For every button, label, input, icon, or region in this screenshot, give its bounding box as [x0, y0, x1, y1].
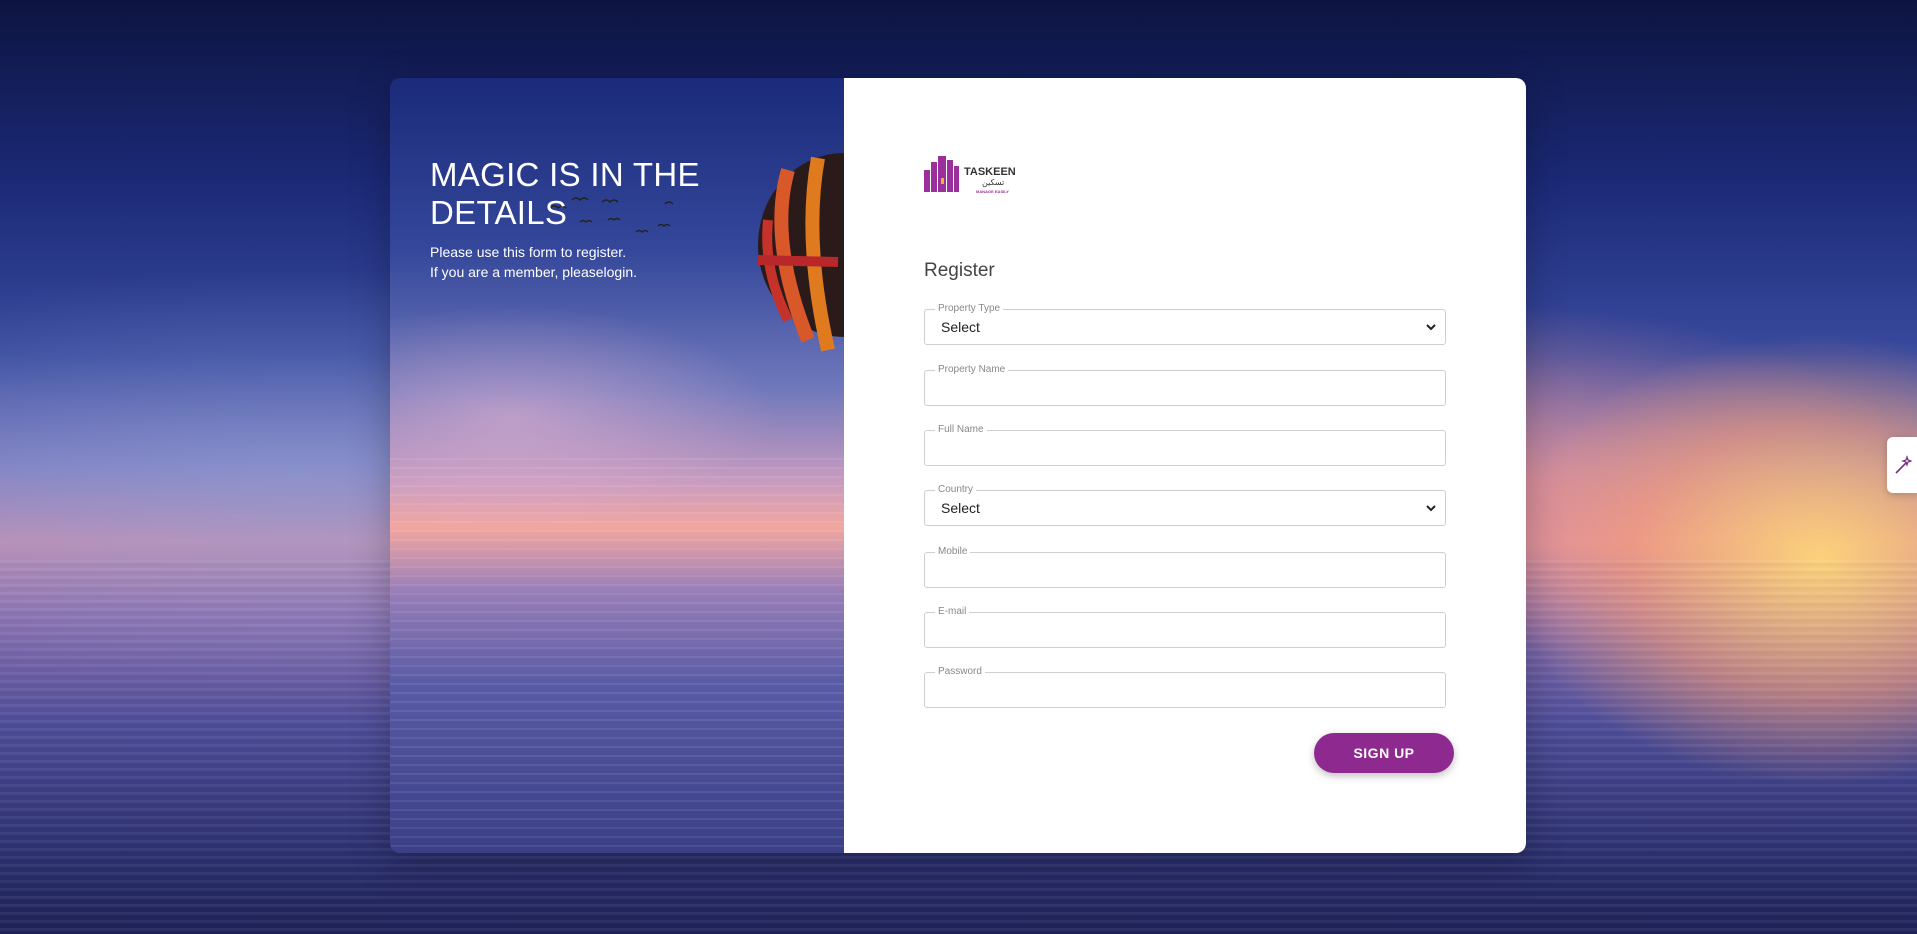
hero-panel: MAGIC IS IN THE DETAILS Please use this … — [390, 78, 844, 853]
hero-title: MAGIC IS IN THE DETAILS — [430, 156, 700, 231]
property-name-input[interactable]: Property Name — [924, 364, 1446, 406]
property-name-label: Property Name — [935, 364, 1009, 376]
logo-brand-text: TASKEEN — [964, 166, 1016, 178]
hero-subtitle-line2: If you are a member, pleaselogin. — [430, 264, 638, 280]
email-input[interactable]: E-mail — [924, 606, 1446, 648]
water-ripples — [390, 458, 844, 853]
property-type-label: Property Type — [935, 303, 1004, 315]
mobile-input[interactable]: Mobile — [924, 546, 1446, 588]
register-heading: Register — [924, 260, 995, 281]
email-label: E-mail — [935, 606, 970, 618]
sign-up-button[interactable]: SIGN UP — [1314, 733, 1454, 773]
register-card: MAGIC IS IN THE DETAILS Please use this … — [390, 78, 1526, 853]
logo-tagline: MANAGE EASILY — [976, 189, 1009, 194]
chevron-down-icon — [1426, 324, 1436, 331]
country-label: Country — [935, 484, 977, 496]
country-value: Select — [941, 500, 980, 516]
taskeen-logo: TASKEEN تسكين MANAGE EASILY — [924, 156, 1016, 194]
password-label: Password — [935, 666, 985, 678]
hero-subtitle-line1: Please use this form to register. — [430, 244, 627, 260]
hero-subtitle: Please use this form to register. If you… — [430, 242, 637, 282]
mobile-label: Mobile — [935, 546, 971, 558]
customizer-toggle[interactable] — [1887, 437, 1917, 493]
magic-wand-icon — [1895, 455, 1912, 474]
property-type-select[interactable]: Property Type Select — [924, 303, 1446, 345]
form-panel: TASKEEN تسكين MANAGE EASILY Register Pro… — [844, 78, 1526, 853]
chevron-down-icon — [1426, 505, 1436, 512]
country-select[interactable]: Country Select — [924, 484, 1446, 526]
logo-arabic-text: تسكين — [982, 178, 1004, 187]
full-name-input[interactable]: Full Name — [924, 424, 1446, 466]
property-type-value: Select — [941, 319, 980, 335]
full-name-label: Full Name — [935, 424, 987, 436]
password-input[interactable]: Password — [924, 666, 1446, 708]
